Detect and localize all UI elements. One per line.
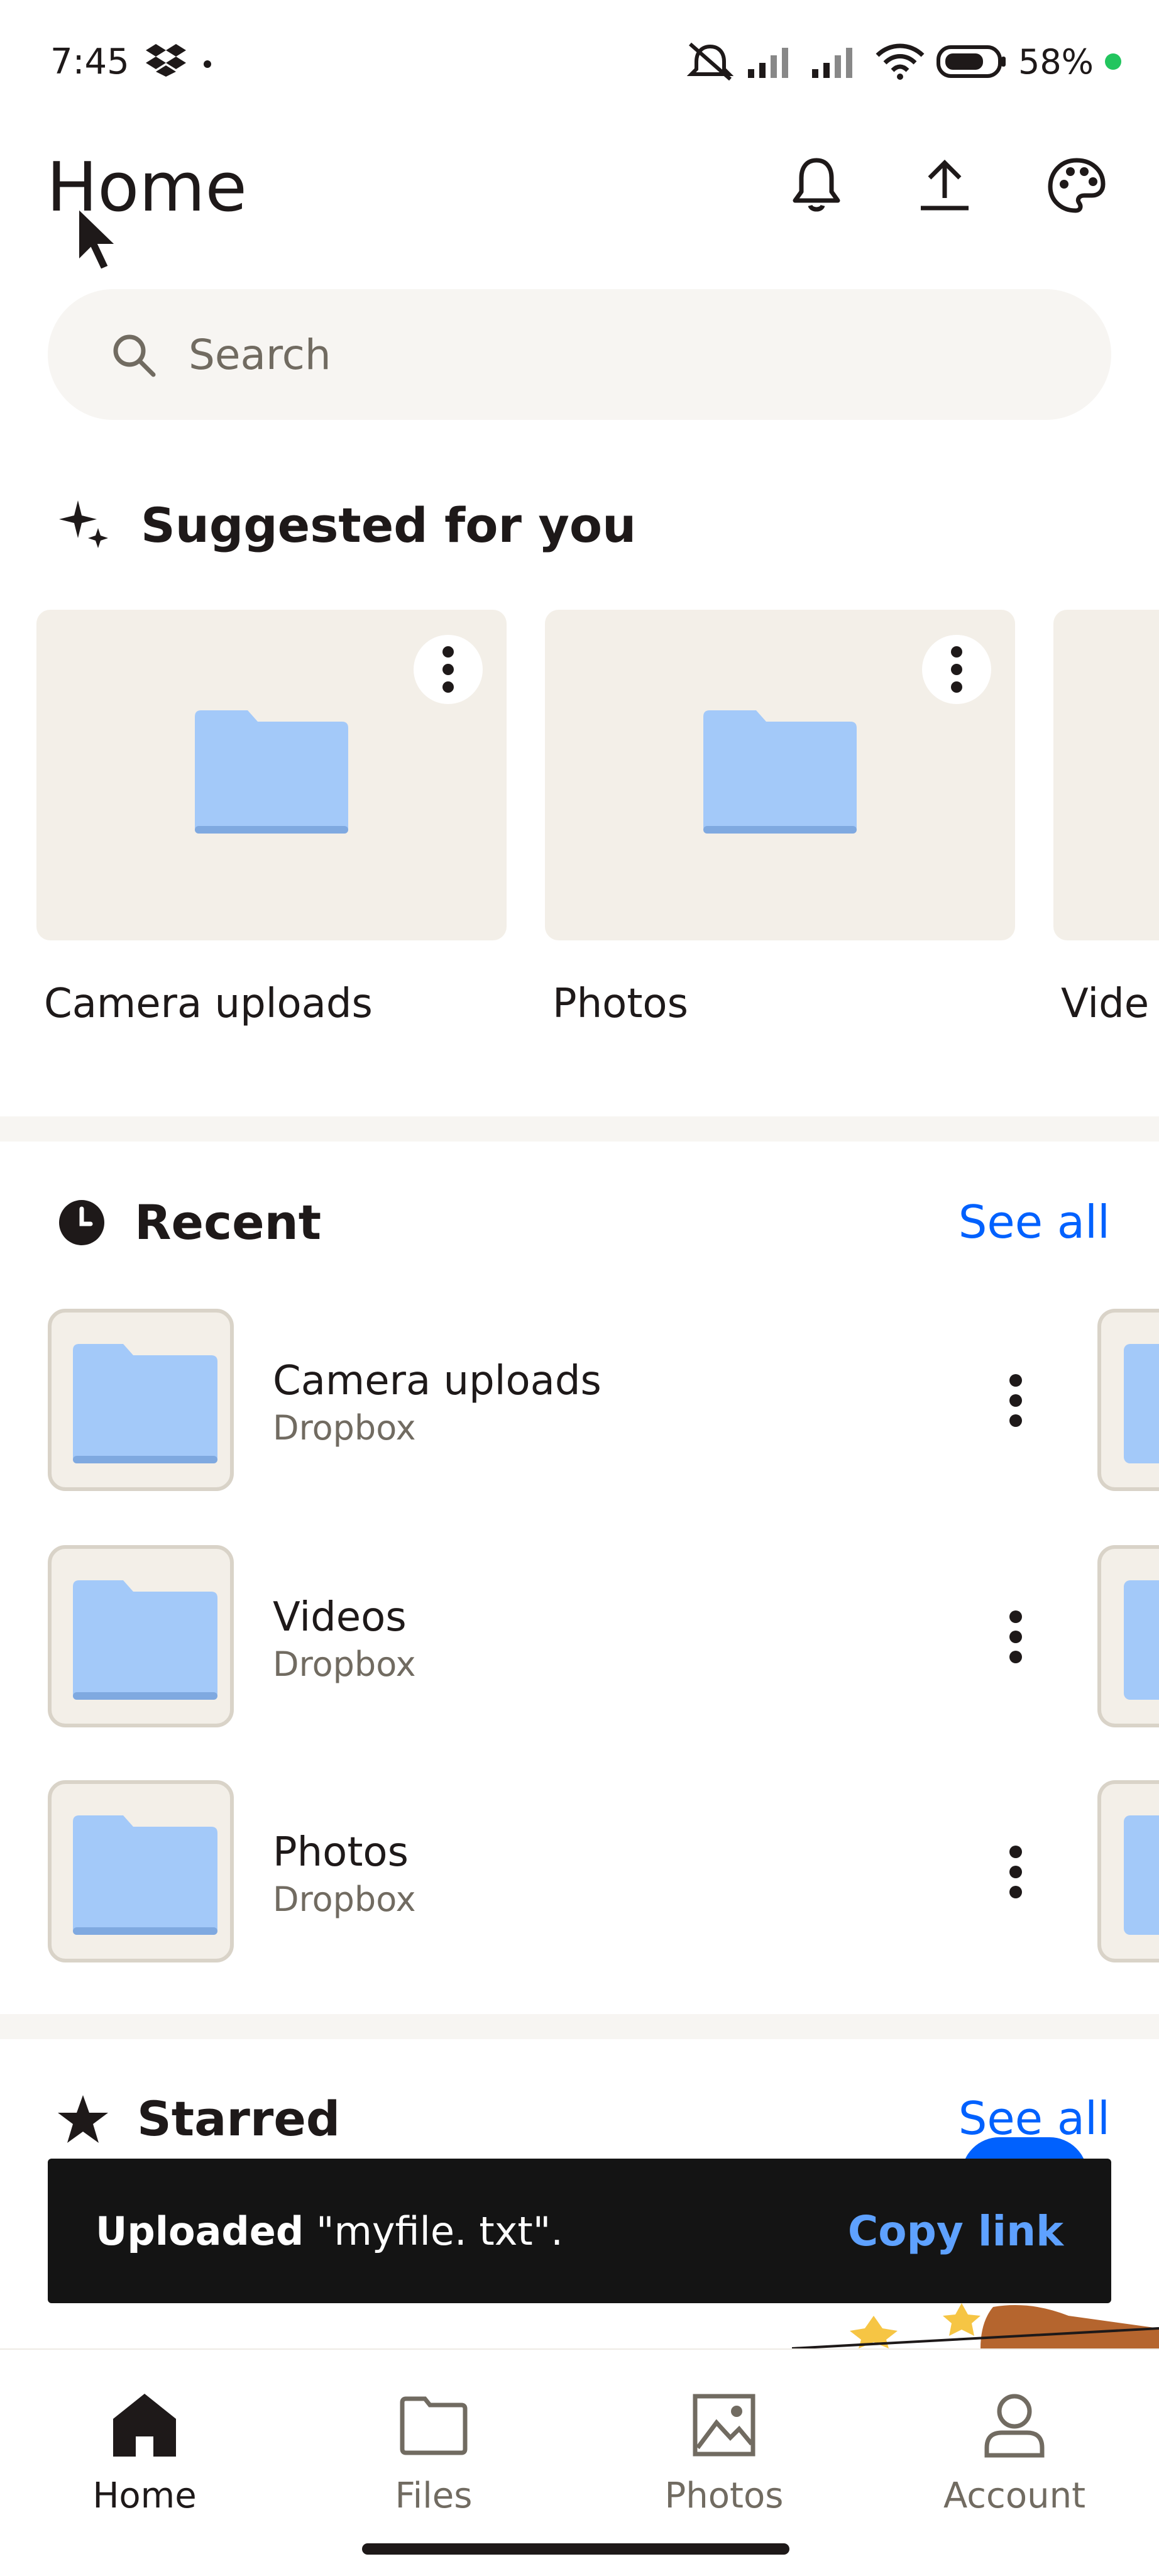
folder-icon (195, 710, 348, 834)
recent-item-subtitle: Dropbox (273, 1880, 416, 1919)
mute-icon (686, 42, 734, 81)
recent-item-subtitle: Dropbox (273, 1644, 416, 1684)
upload-button[interactable] (910, 151, 979, 220)
folder-icon (703, 710, 857, 834)
suggested-card-camera-uploads[interactable] (36, 610, 507, 940)
person-icon (984, 2394, 1045, 2458)
file-thumbnail[interactable] (48, 1780, 234, 1962)
more-options-button[interactable] (991, 1357, 1041, 1445)
recent-item-subtitle: Dropbox (273, 1408, 416, 1448)
file-thumbnail[interactable] (48, 1309, 234, 1491)
toast-message: Uploaded "myfile. txt". (96, 2208, 563, 2254)
suggested-card-videos[interactable] (1053, 610, 1159, 940)
notification-dot (204, 60, 211, 68)
search-icon (113, 334, 156, 377)
suggested-header: Suggested for you (57, 497, 636, 553)
theme-button[interactable] (1042, 151, 1111, 220)
nav-account[interactable]: Account (889, 2387, 1140, 2516)
toast-prefix: Uploaded (96, 2208, 304, 2254)
battery-percent: 58% (1018, 41, 1094, 82)
dropbox-status-icon (146, 44, 186, 79)
bottom-nav: Home Files Photos Account (0, 2348, 1159, 2576)
search-bar[interactable] (48, 289, 1111, 420)
more-options-button[interactable] (414, 635, 483, 704)
file-thumbnail-partial[interactable] (1097, 1545, 1159, 1727)
folder-icon (400, 2396, 468, 2455)
kebab-icon (951, 646, 962, 693)
folder-icon (73, 1344, 217, 1463)
recent-title: Recent (135, 1194, 322, 1250)
suggested-title: Suggested for you (141, 497, 637, 553)
notifications-button[interactable] (782, 151, 851, 220)
suggested-label: Camera uploads (44, 981, 373, 1027)
battery-icon (936, 45, 1006, 78)
nav-label: Files (395, 2475, 473, 2516)
recent-see-all-link[interactable]: See all (959, 1196, 1110, 1248)
nav-files[interactable]: Files (308, 2387, 559, 2516)
wifi-icon (876, 43, 925, 80)
more-options-button[interactable] (991, 1593, 1041, 1681)
clock-icon (59, 1199, 104, 1245)
kebab-icon (442, 646, 454, 693)
toast-filename: "myfile. txt". (316, 2208, 563, 2254)
starred-illustration-bottom (792, 2303, 1159, 2348)
suggested-label: Vide (1061, 981, 1150, 1027)
charging-dot (1105, 53, 1121, 70)
file-thumbnail[interactable] (48, 1545, 234, 1727)
suggested-card-photos[interactable] (545, 610, 1015, 940)
nav-label: Account (943, 2475, 1086, 2516)
upload-toast: Uploaded "myfile. txt". Copy link (48, 2159, 1111, 2303)
recent-item-title[interactable]: Camera uploads (273, 1358, 601, 1404)
suggested-label: Photos (552, 981, 688, 1027)
more-options-button[interactable] (991, 1828, 1041, 1916)
star-icon (58, 2094, 108, 2143)
section-divider (0, 2014, 1159, 2039)
recent-header: Recent (57, 1194, 321, 1250)
image-icon (693, 2394, 755, 2457)
status-time: 7:45 (50, 41, 129, 82)
file-thumbnail-partial[interactable] (1097, 1309, 1159, 1491)
starred-header: Starred (57, 2091, 340, 2147)
nav-photos[interactable]: Photos (598, 2387, 850, 2516)
status-icons: 58% (685, 41, 1121, 82)
cursor-icon (75, 204, 126, 277)
nav-label: Home (92, 2475, 197, 2516)
bell-icon (793, 158, 840, 212)
folder-icon (73, 1580, 217, 1700)
signal-icon (747, 48, 788, 78)
kebab-icon (1009, 1610, 1022, 1663)
more-options-button[interactable] (922, 635, 991, 704)
home-indicator (362, 2543, 789, 2555)
copy-link-button[interactable]: Copy link (848, 2207, 1063, 2255)
recent-item-title[interactable]: Videos (273, 1594, 407, 1641)
section-divider (0, 1116, 1159, 1142)
kebab-icon (1009, 1374, 1022, 1427)
nav-label: Photos (664, 2475, 784, 2516)
palette-icon (1048, 158, 1106, 213)
nav-home[interactable]: Home (19, 2387, 270, 2516)
kebab-icon (1009, 1846, 1022, 1898)
recent-item-title[interactable]: Photos (273, 1829, 409, 1876)
home-icon (113, 2394, 176, 2457)
folder-icon (73, 1815, 217, 1935)
sparkle-icon (59, 500, 108, 548)
upload-icon (921, 160, 969, 211)
file-thumbnail-partial[interactable] (1097, 1780, 1159, 1962)
search-input[interactable] (187, 314, 1007, 395)
starred-title: Starred (137, 2091, 341, 2147)
signal-icon-2 (811, 48, 852, 78)
